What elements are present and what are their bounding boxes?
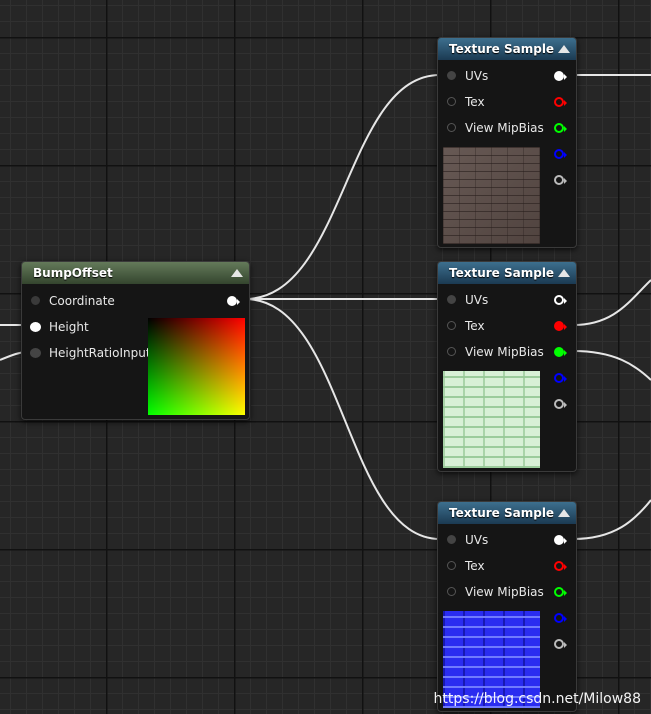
- wire-tex2-g-out: [572, 350, 651, 381]
- pin-label-tex: Tex: [465, 319, 485, 333]
- viewmipbias-input-pin[interactable]: [447, 123, 456, 132]
- tex-input-pin[interactable]: [447, 97, 456, 106]
- rgb-output-pin[interactable]: [554, 295, 567, 305]
- heightratioinput-input-pin[interactable]: [30, 348, 41, 358]
- r-output-pin[interactable]: [554, 321, 567, 331]
- pin-label-viewmipbias: View MipBias: [465, 585, 544, 599]
- wire-bump-to-tex1-uvs: [244, 74, 441, 300]
- a-output-pin[interactable]: [554, 175, 567, 185]
- pin-label-tex: Tex: [465, 95, 485, 109]
- viewmipbias-input-pin[interactable]: [447, 587, 456, 596]
- a-output-pin[interactable]: [554, 639, 567, 649]
- b-output-pin[interactable]: [554, 613, 567, 623]
- texture-sample-node-3-header[interactable]: Texture Sample: [438, 502, 576, 524]
- coordinate-input-pin[interactable]: [31, 296, 40, 305]
- pin-label-viewmipbias: View MipBias: [465, 345, 544, 359]
- tex-input-pin[interactable]: [447, 321, 456, 330]
- bumpoffset-node[interactable]: BumpOffset Coordinate Height HeightRatio…: [21, 261, 250, 420]
- height-input-pin[interactable]: [30, 322, 41, 332]
- wire-bump-to-tex3-uvs: [244, 298, 441, 540]
- bumpoffset-node-title: BumpOffset: [33, 266, 113, 280]
- viewmipbias-input-pin[interactable]: [447, 347, 456, 356]
- collapse-arrow-icon[interactable]: [231, 269, 243, 277]
- uvs-input-pin[interactable]: [447, 295, 456, 304]
- pin-label-uvs: UVs: [465, 533, 489, 547]
- pin-label-uvs: UVs: [465, 293, 489, 307]
- r-output-pin[interactable]: [554, 561, 567, 571]
- uvs-input-pin[interactable]: [447, 535, 456, 544]
- b-output-pin[interactable]: [554, 149, 567, 159]
- g-output-pin[interactable]: [554, 347, 567, 357]
- r-output-pin[interactable]: [554, 97, 567, 107]
- texture-sample-node-1[interactable]: Texture Sample UVs Tex View MipBias: [437, 37, 577, 248]
- wire-tex3-rgb-out: [572, 499, 651, 540]
- a-output-pin[interactable]: [554, 399, 567, 409]
- texture-preview-thumbnail-brick-height: [443, 371, 540, 468]
- uvs-input-pin[interactable]: [447, 71, 456, 80]
- pin-label-coordinate: Coordinate: [49, 294, 115, 308]
- pin-label-heightratioinput: HeightRatioInput: [49, 346, 151, 360]
- g-output-pin[interactable]: [554, 123, 567, 133]
- bumpoffset-node-header[interactable]: BumpOffset: [22, 262, 249, 284]
- pin-label-height: Height: [49, 320, 89, 334]
- bumpoffset-output-pin[interactable]: [227, 296, 240, 306]
- watermark: https://blog.csdn.net/Milow88: [433, 691, 641, 707]
- texture-sample-node-1-header[interactable]: Texture Sample: [438, 38, 576, 60]
- texture-preview-thumbnail-brick-color: [443, 147, 540, 244]
- rgb-output-pin[interactable]: [554, 535, 567, 545]
- texture-sample-node-3[interactable]: Texture Sample UVs Tex View MipBias: [437, 501, 577, 712]
- texture-sample-node-2[interactable]: Texture Sample UVs Tex View MipBias: [437, 261, 577, 472]
- texture-sample-node-3-title: Texture Sample: [449, 506, 555, 520]
- texture-sample-node-1-title: Texture Sample: [449, 42, 555, 56]
- texture-sample-node-2-title: Texture Sample: [449, 266, 555, 280]
- texture-sample-node-2-header[interactable]: Texture Sample: [438, 262, 576, 284]
- wire-tex2-r-out: [572, 279, 651, 326]
- tex-input-pin[interactable]: [447, 561, 456, 570]
- collapse-arrow-icon[interactable]: [558, 45, 570, 53]
- collapse-arrow-icon[interactable]: [558, 269, 570, 277]
- rgb-output-pin[interactable]: [554, 71, 567, 81]
- pin-label-tex: Tex: [465, 559, 485, 573]
- bumpoffset-preview-thumbnail: [148, 318, 245, 415]
- collapse-arrow-icon[interactable]: [558, 509, 570, 517]
- g-output-pin[interactable]: [554, 587, 567, 597]
- b-output-pin[interactable]: [554, 373, 567, 383]
- pin-label-uvs: UVs: [465, 69, 489, 83]
- pin-label-viewmipbias: View MipBias: [465, 121, 544, 135]
